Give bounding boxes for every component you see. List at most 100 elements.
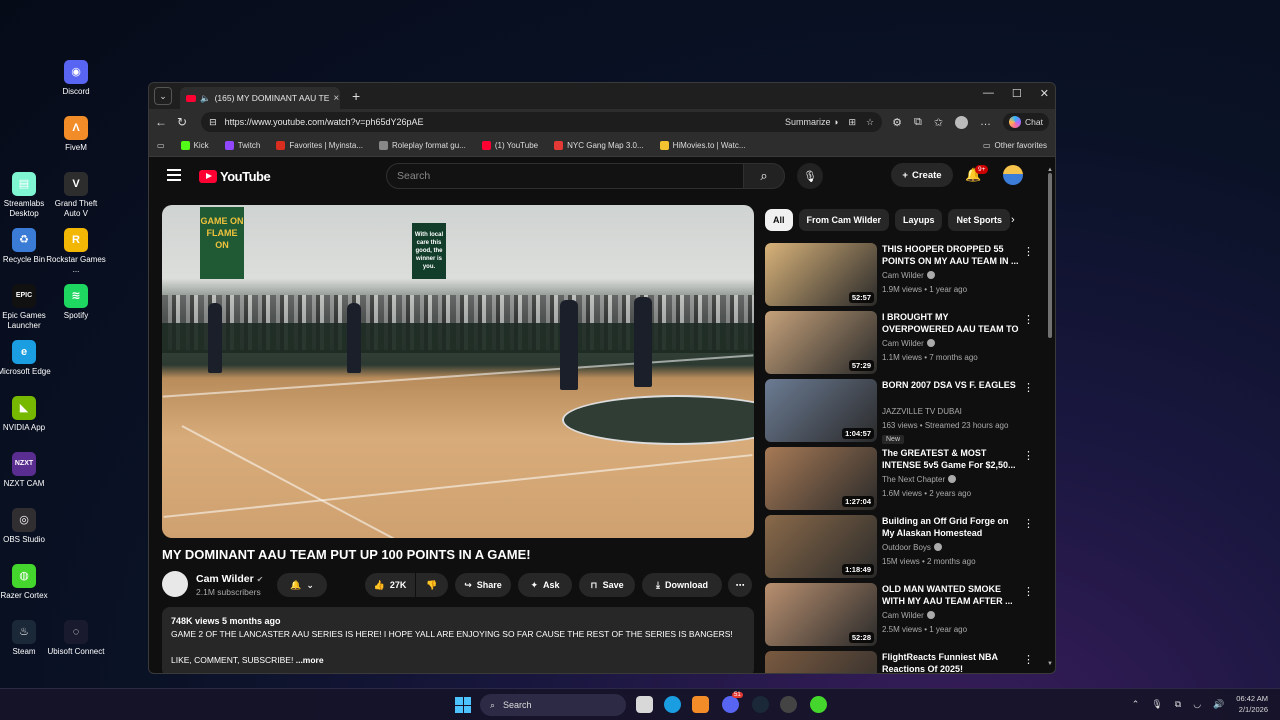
scroll-down-icon[interactable]: ▼ <box>1047 661 1053 667</box>
discord-taskbar-icon[interactable] <box>722 696 739 713</box>
edge-taskbar-icon[interactable] <box>664 696 681 713</box>
clock[interactable]: 06:42 AM 2/1/2026 <box>1236 693 1268 715</box>
desktop-icon[interactable]: NZXT NZXT CAM <box>0 452 54 489</box>
recommended-title[interactable]: FlightReacts Funniest NBA Reactions Of 2… <box>882 651 1022 673</box>
recommended-title[interactable]: OLD MAN WANTED SMOKE WITH MY AAU TEAM AF… <box>882 583 1022 607</box>
more-vert-icon[interactable]: ⋮ <box>1023 653 1034 666</box>
wifi-icon[interactable]: ◡ <box>1193 699 1201 710</box>
other-favorites[interactable]: ▭ Other favorites <box>983 141 1047 150</box>
description-box[interactable]: 748K views 5 months ago GAME 2 OF THE LA… <box>162 607 754 673</box>
video-thumbnail[interactable]: 57:29 <box>765 311 877 374</box>
desktop-icon[interactable]: ◍ Razer Cortex <box>0 564 54 601</box>
video-thumbnail[interactable]: 1:27:04 <box>765 447 877 510</box>
speaker-icon[interactable]: 🔈 <box>200 93 211 104</box>
steam-taskbar-icon[interactable] <box>752 696 769 713</box>
desktop-icon[interactable]: ◉ Discord <box>46 60 106 97</box>
favorite-star-icon[interactable]: ☆ <box>866 117 874 128</box>
chips-next-chevron-icon[interactable]: › <box>1011 214 1015 226</box>
recommended-channel[interactable]: Cam Wilder <box>882 339 935 348</box>
start-windows-icon[interactable] <box>455 697 471 713</box>
recommended-video[interactable]: 1:18:49 Building an Off Grid Forge on My … <box>765 515 1047 579</box>
voice-search-mic-icon[interactable]: 🎙 <box>797 163 823 189</box>
account-avatar[interactable] <box>1003 165 1023 185</box>
more-vert-icon[interactable]: ⋮ <box>1023 313 1034 326</box>
more-vert-icon[interactable]: ⋮ <box>1023 449 1034 462</box>
recommended-video[interactable]: 52:28 OLD MAN WANTED SMOKE WITH MY AAU TE… <box>765 583 1047 647</box>
close-window-icon[interactable]: ✕ <box>1040 87 1049 100</box>
obs-taskbar-icon[interactable] <box>780 696 797 713</box>
tablet-icon[interactable]: ▭ <box>157 141 165 150</box>
menu-hamburger-icon[interactable] <box>167 169 181 181</box>
extensions-icon[interactable]: ⚙ <box>892 116 902 129</box>
desktop-icon[interactable]: ≋ Spotify <box>46 284 106 321</box>
video-thumbnail[interactable]: 1:18:49 <box>765 515 877 578</box>
video-thumbnail[interactable]: 1:04:57 <box>765 379 877 442</box>
recommended-channel[interactable]: JAZZVILLE TV DUBAI <box>882 407 962 416</box>
recommended-title[interactable]: The GREATEST & MOST INTENSE 5v5 Game For… <box>882 447 1022 471</box>
more-vert-icon[interactable]: ⋮ <box>1023 245 1034 258</box>
filter-chip[interactable]: Layups <box>894 209 943 231</box>
create-button[interactable]: + Create <box>891 163 953 187</box>
recommended-video[interactable]: FlightReacts Funniest NBA Reactions Of 2… <box>765 651 1047 673</box>
recommended-channel[interactable]: Cam Wilder <box>882 611 935 620</box>
volume-icon[interactable]: 🔊 <box>1213 699 1224 710</box>
fivem-taskbar-icon[interactable] <box>692 696 709 713</box>
taskbar-search[interactable]: ⌕ Search <box>480 694 626 716</box>
favorite-item[interactable]: NYC Gang Map 3.0... <box>554 141 644 150</box>
favorite-item[interactable]: Favorites | Myinsta... <box>276 141 363 150</box>
filter-chip[interactable]: From Cam Wilder <box>798 209 889 231</box>
video-player[interactable]: GAME ON FLAME ON With local care this go… <box>162 205 754 538</box>
taskview-icon[interactable] <box>636 696 653 713</box>
recommended-title[interactable]: I BROUGHT MY OVERPOWERED AAU TEAM TO MIA… <box>882 311 1022 335</box>
recommended-channel[interactable]: The Next Chapter <box>882 475 957 484</box>
show-more-link[interactable]: ...more <box>296 655 324 665</box>
favorite-item[interactable]: Twitch <box>224 141 260 150</box>
favorite-item[interactable]: Roleplay format gu... <box>379 141 466 150</box>
channel-name[interactable]: Cam Wilder ✔ <box>196 573 263 585</box>
summarize-button[interactable]: Summarize ◑ <box>785 117 838 127</box>
recommended-video[interactable]: 1:27:04 The GREATEST & MOST INTENSE 5v5 G… <box>765 447 1047 511</box>
razer-taskbar-icon[interactable] <box>810 696 827 713</box>
ask-button[interactable]: ✦ Ask <box>518 573 572 597</box>
more-vert-icon[interactable]: ⋮ <box>1023 517 1034 530</box>
new-tab-plus-icon[interactable]: + <box>352 88 360 104</box>
download-button[interactable]: ⤓ Download <box>642 573 722 597</box>
desktop-icon[interactable]: ◌ Ubisoft Connect <box>46 620 106 657</box>
desktop-icon[interactable]: ◎ OBS Studio <box>0 508 54 545</box>
recommended-channel[interactable]: Outdoor Boys <box>882 543 942 552</box>
subscribed-bell-button[interactable]: 🔔 ⌄ <box>277 573 327 597</box>
tab-actions-chevron-icon[interactable]: ⌄ <box>154 87 172 105</box>
url-text[interactable]: https://www.youtube.com/watch?v=ph65dY26… <box>225 117 424 127</box>
recommended-title[interactable]: BORN 2007 DSA VS F. EAGLES <box>882 379 1022 391</box>
desktop-icon[interactable]: Λ FiveM <box>46 116 106 153</box>
tab-close-icon[interactable]: × <box>333 93 339 104</box>
save-button[interactable]: ⊓ Save <box>579 573 635 597</box>
back-icon[interactable]: ← <box>155 115 167 129</box>
youtube-logo[interactable]: YouTube <box>199 169 271 184</box>
recommended-channel[interactable]: Cam Wilder <box>882 271 935 280</box>
tray-chevron-up-icon[interactable]: ⌃ <box>1132 699 1140 710</box>
recommended-video[interactable]: 52:57 THIS HOOPER DROPPED 55 POINTS ON MY… <box>765 243 1047 307</box>
recommended-title[interactable]: Building an Off Grid Forge on My Alaskan… <box>882 515 1022 539</box>
refresh-icon[interactable]: ↻ <box>177 115 187 129</box>
more-menu-icon[interactable]: … <box>980 116 991 128</box>
filter-chip[interactable]: Net Sports <box>948 209 1010 231</box>
desktop-icon[interactable]: e Microsoft Edge <box>0 340 54 377</box>
more-vert-icon[interactable]: ⋮ <box>1023 585 1034 598</box>
maximize-icon[interactable]: ☐ <box>1012 87 1022 100</box>
search-input[interactable]: Search <box>386 163 744 189</box>
browser-tab-active[interactable]: 🔈 (165) MY DOMINANT AAU TE × <box>180 87 340 109</box>
favorite-item[interactable]: Kick <box>180 141 209 150</box>
microphone-icon[interactable]: 🎙 <box>1151 699 1162 710</box>
search-button[interactable]: ⌕ <box>743 163 785 189</box>
scrollbar[interactable]: ▲ ▼ <box>1047 167 1053 667</box>
share-button[interactable]: ↪ Share <box>455 573 511 597</box>
profile-icon[interactable] <box>955 115 969 129</box>
recommended-video[interactable]: 1:04:57 BORN 2007 DSA VS F. EAGLES JAZZVIL… <box>765 379 1047 444</box>
copilot-chat-button[interactable]: Chat <box>1003 113 1049 131</box>
site-info-icon[interactable]: ⊟ <box>209 117 217 128</box>
filter-chip[interactable]: All <box>765 209 793 231</box>
desktop-icon[interactable]: V Grand Theft Auto V <box>46 172 106 219</box>
split-screen-icon[interactable]: ⧉ <box>914 116 922 129</box>
video-thumbnail[interactable]: 52:28 <box>765 583 877 646</box>
